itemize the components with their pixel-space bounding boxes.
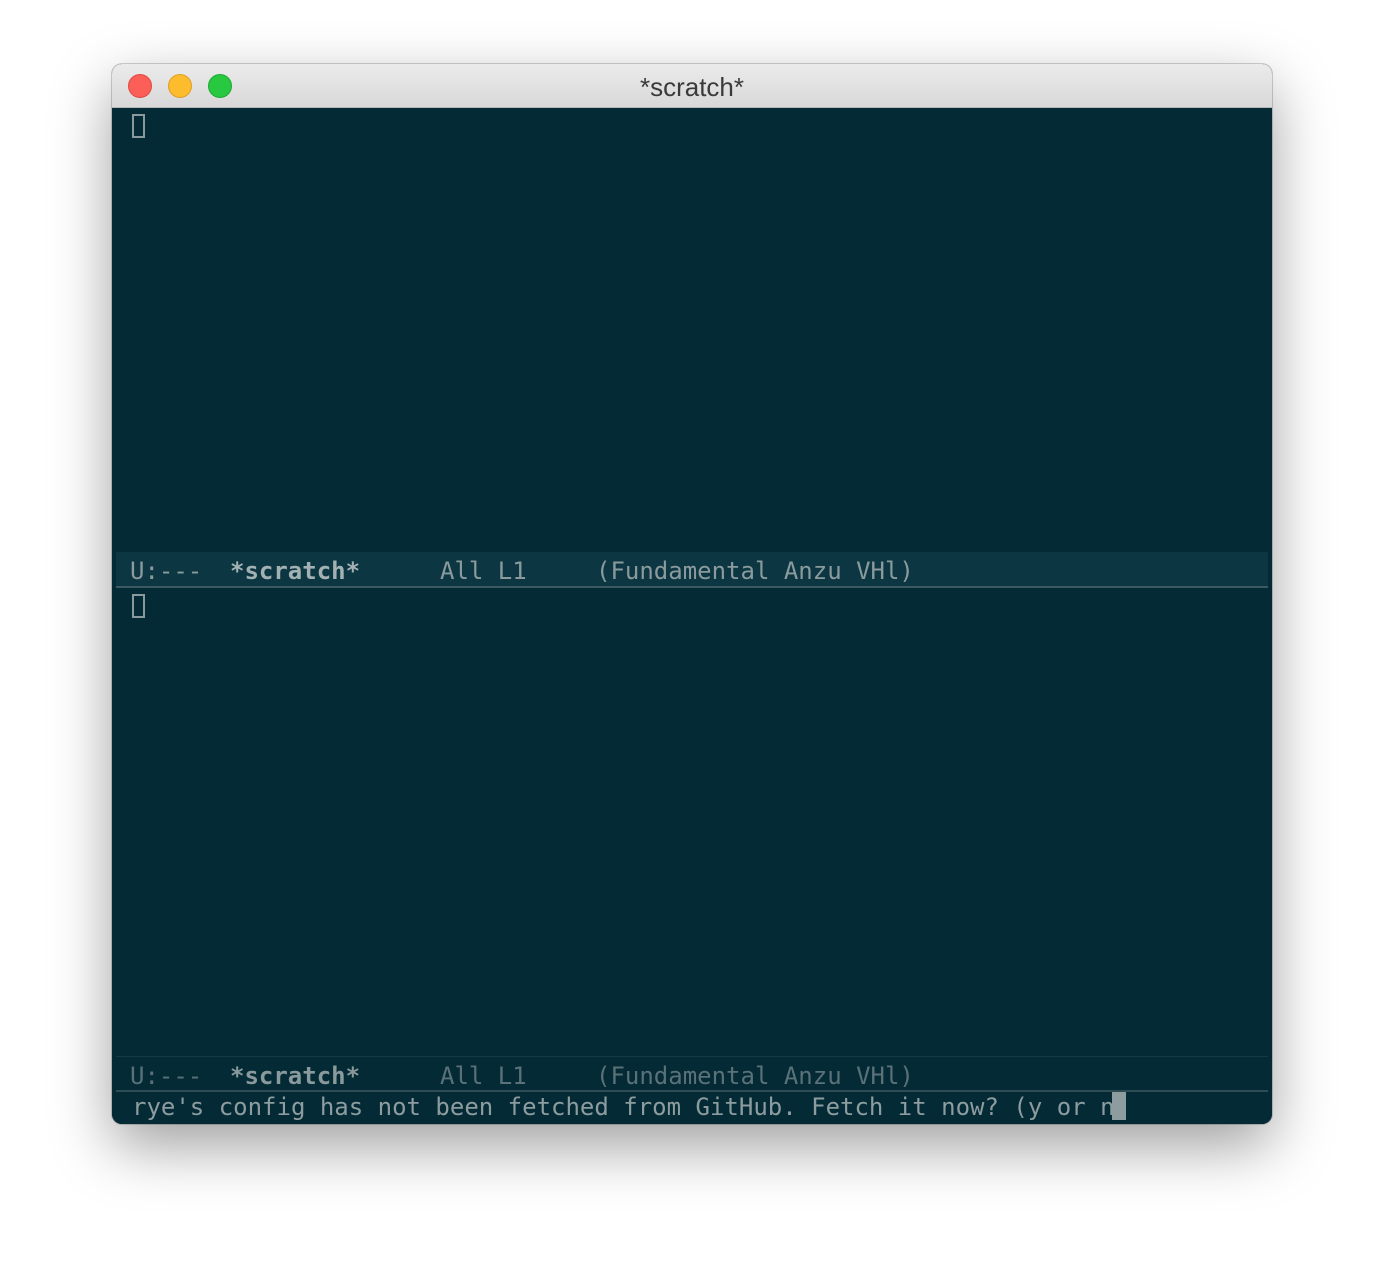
window-title: *scratch* (639, 72, 745, 102)
bottom-pane-cursor (132, 594, 145, 618)
minibuffer-prompt: rye's config has not been fetched from G… (132, 1093, 1129, 1121)
modeline-status: U:--- (130, 557, 203, 585)
top-pane-cursor (132, 114, 145, 138)
modeline-status: U:--- (130, 1062, 203, 1090)
modeline-buffer-name[interactable]: *scratch* (230, 552, 360, 590)
modeline-modes[interactable]: (Fundamental Anzu VHl) (596, 552, 914, 590)
bottom-editor-pane[interactable] (112, 588, 1272, 1056)
top-editor-pane[interactable] (112, 108, 1272, 552)
minibuffer[interactable]: rye's config has not been fetched from G… (112, 1092, 1272, 1124)
modeline-modes[interactable]: (Fundamental Anzu VHl) (596, 1057, 914, 1095)
title-bar[interactable]: *scratch* (112, 64, 1272, 108)
top-mode-line[interactable]: U:--- *scratch* All L1 (Fundamental Anzu… (116, 552, 1268, 588)
modeline-buffer-name[interactable]: *scratch* (230, 1057, 360, 1095)
emacs-window: *scratch* U:--- *scratch* All L1 (Fundam… (112, 64, 1272, 1124)
bottom-mode-line[interactable]: U:--- *scratch* All L1 (Fundamental Anzu… (116, 1056, 1268, 1092)
modeline-position: All L1 (440, 1062, 527, 1090)
modeline-position: All L1 (440, 557, 527, 585)
minibuffer-cursor (1112, 1092, 1126, 1120)
